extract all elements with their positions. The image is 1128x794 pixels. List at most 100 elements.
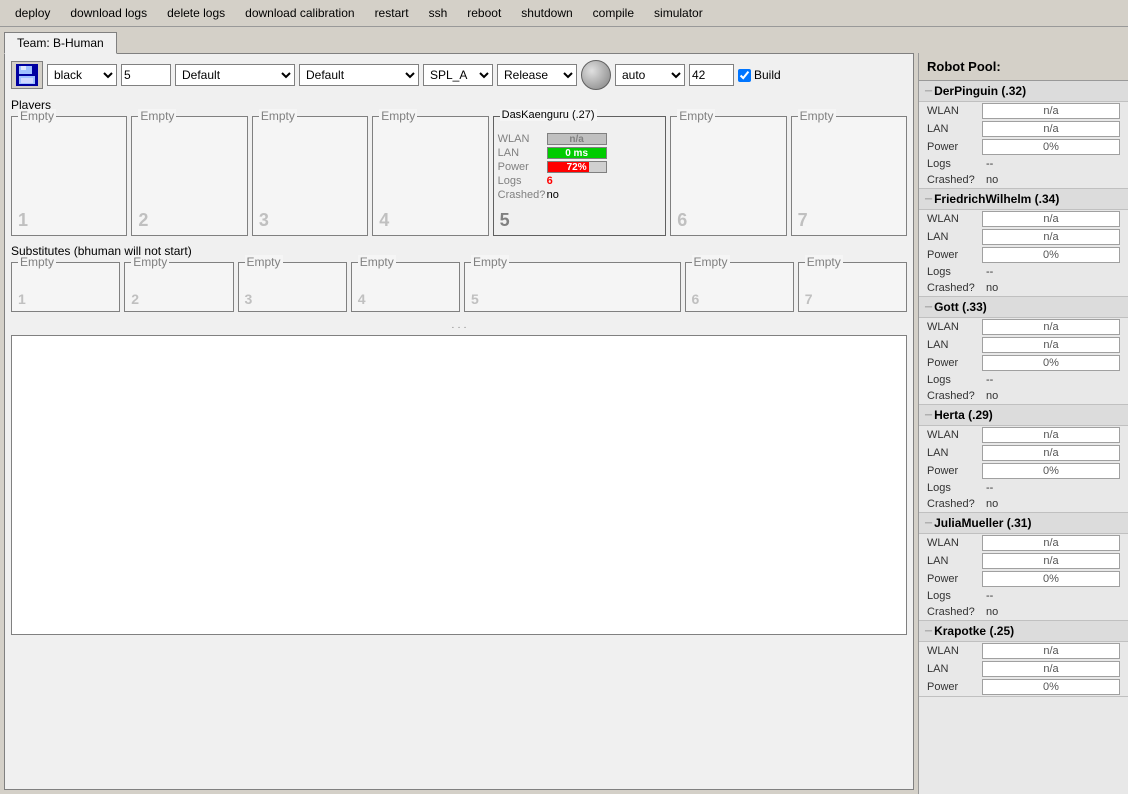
crashed-value: no [547,189,559,201]
lan-value: 0 ms [548,148,606,160]
krapotke-lan-value: n/a [982,661,1120,677]
derpinguin-logs-label: Logs [927,158,982,170]
player-card-7[interactable]: Empty 7 [791,116,907,236]
herta-lan-row: LAN n/a [919,444,1128,462]
wlan-label: WLAN [498,133,543,145]
robot-entry-herta-header[interactable]: Herta (.29) [919,405,1128,426]
robot-entry-gott: Gott (.33) WLAN n/a LAN n/a Power 0% Log… [919,297,1128,405]
substitutes-grid: Empty 1 Empty 2 Empty 3 Empty 4 [11,262,907,312]
herta-wlan-value: n/a [982,427,1120,443]
herta-crashed-label: Crashed? [927,498,982,510]
julia-wlan-label: WLAN [927,537,982,549]
sub-card-4[interactable]: Empty 4 [351,262,460,312]
gott-logs-value: -- [982,373,997,387]
default2-select[interactable]: Default [299,64,419,86]
player-card-3[interactable]: Empty 3 [252,116,368,236]
log-area [11,335,907,635]
menu-item-simulator[interactable]: simulator [645,3,712,23]
players-section: Players Empty 1 Empty 2 Empty [11,98,907,236]
sub-4-name: Empty [358,255,396,269]
menu-item-deploy[interactable]: deploy [6,3,59,23]
menu-item-compile[interactable]: compile [584,3,643,23]
sub-card-7[interactable]: Empty 7 [798,262,907,312]
main-layout: black red blue Default Default SPL_A SPL… [0,53,1128,794]
robot-entry-derpinguin: DerPinguin (.32) WLAN n/a LAN n/a Power … [919,81,1128,189]
player-card-1[interactable]: Empty 1 [11,116,127,236]
robot-entry-julia-header[interactable]: JuliaMueller (.31) [919,513,1128,534]
player-card-4[interactable]: Empty 4 [372,116,488,236]
power-label: Power [498,161,543,173]
save-button[interactable] [11,61,43,89]
menu-item-reboot[interactable]: reboot [458,3,510,23]
menu-item-download-logs[interactable]: download logs [61,3,156,23]
fw-logs-label: Logs [927,266,982,278]
sub-card-3[interactable]: Empty 3 [238,262,347,312]
logs-label: Logs [498,175,543,187]
color-select[interactable]: black red blue [47,64,117,86]
robot-pool-content: DerPinguin (.32) WLAN n/a LAN n/a Power … [919,81,1128,794]
derpinguin-crashed-value: no [982,173,1002,187]
player-card-5[interactable]: DasKaenguru (.27) WLAN n/a LAN [493,116,667,236]
default1-select[interactable]: Default [175,64,295,86]
gott-lan-value: n/a [982,337,1120,353]
sub-card-2[interactable]: Empty 2 [124,262,233,312]
auto-select[interactable]: auto [615,64,685,86]
julia-crashed-value: no [982,605,1002,619]
release-select[interactable]: Release Debug [497,64,577,86]
player-card-2[interactable]: Empty 2 [131,116,247,236]
spl-select[interactable]: SPL_A SPL_B [423,64,493,86]
crashed-label: Crashed? [498,189,543,201]
player-1-number: 1 [18,210,28,231]
robot-entry-krapotke-header[interactable]: Krapotke (.25) [919,621,1128,642]
sub-3-number: 3 [245,291,253,307]
julia-power-value: 0% [982,571,1120,587]
robot-entry-fw-header[interactable]: FriedrichWilhelm (.34) [919,189,1128,210]
build-label: Build [754,68,781,82]
sub-2-name: Empty [131,255,169,269]
menu-item-shutdown[interactable]: shutdown [512,3,581,23]
player-5-power-bar: 72% [547,161,607,173]
wlan-value: n/a [548,134,606,146]
menu-item-download-calibration[interactable]: download calibration [236,3,363,23]
krapotke-wlan-label: WLAN [927,645,982,657]
menu-item-delete-logs[interactable]: delete logs [158,3,234,23]
player-5-logs-row: Logs 6 [498,175,662,187]
derpinguin-wlan-row: WLAN n/a [919,102,1128,120]
robot-entry-derpinguin-header[interactable]: DerPinguin (.32) [919,81,1128,102]
sub-5-number: 5 [471,291,479,307]
player-5-info: WLAN n/a LAN 0 ms [494,127,666,207]
fw-crashed-row: Crashed? no [919,280,1128,296]
robot-entry-gott-header[interactable]: Gott (.33) [919,297,1128,318]
player-7-number: 7 [798,210,808,231]
resize-handle[interactable]: · · · [11,320,907,335]
julia-wlan-value: n/a [982,535,1120,551]
menu-item-ssh[interactable]: ssh [420,3,457,23]
krapotke-power-value: 0% [982,679,1120,695]
derpinguin-wlan-value: n/a [982,103,1120,119]
sub-1-name: Empty [18,255,56,269]
sub-card-1[interactable]: Empty 1 [11,262,120,312]
robot-entry-herta: Herta (.29) WLAN n/a LAN n/a Power 0% Lo… [919,405,1128,513]
derpinguin-logs-value: -- [982,157,997,171]
robot-pool-header: Robot Pool: [919,53,1128,81]
derpinguin-power-value: 0% [982,139,1120,155]
content-area: black red blue Default Default SPL_A SPL… [4,53,914,790]
gott-lan-row: LAN n/a [919,336,1128,354]
julia-crashed-label: Crashed? [927,606,982,618]
sub-card-6[interactable]: Empty 6 [685,262,794,312]
player-card-6[interactable]: Empty 6 [670,116,786,236]
herta-lan-label: LAN [927,447,982,459]
gott-logs-label: Logs [927,374,982,386]
knob[interactable] [581,60,611,90]
number-input[interactable] [121,64,171,86]
menu-item-restart[interactable]: restart [366,3,418,23]
build-checkbox[interactable] [738,69,751,82]
player-5-wlan-bar: n/a [547,133,607,145]
krapotke-wlan-row: WLAN n/a [919,642,1128,660]
logs-value: 6 [547,175,553,187]
sub-6-number: 6 [692,291,700,307]
num42-input[interactable] [689,64,734,86]
sub-card-5[interactable]: Empty 5 [464,262,681,312]
team-tab[interactable]: Team: B-Human [4,32,117,54]
herta-lan-value: n/a [982,445,1120,461]
